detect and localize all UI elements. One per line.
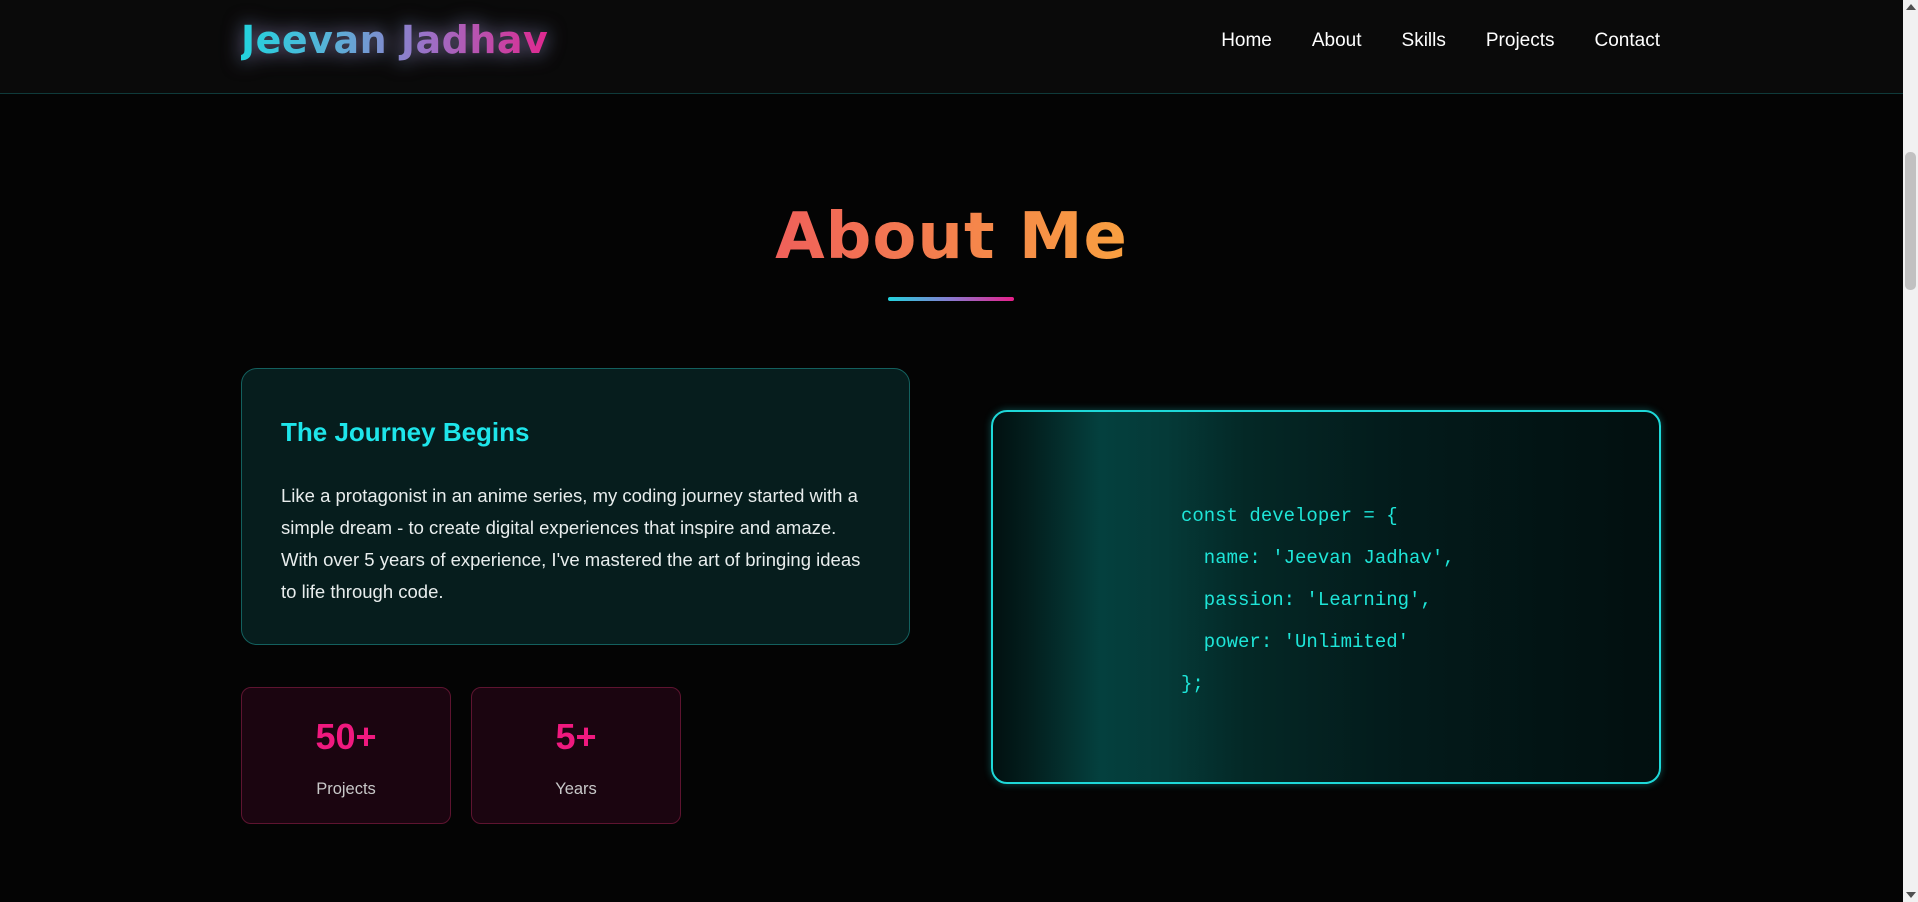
stat-label: Years bbox=[555, 780, 597, 798]
journey-text: Like a protagonist in an anime series, m… bbox=[281, 485, 861, 602]
scrollbar-thumb[interactable] bbox=[1905, 152, 1916, 290]
code-line: name: 'Jeevan Jadhav', bbox=[1181, 547, 1455, 569]
stat-label: Projects bbox=[316, 780, 376, 798]
stat-value: 50+ bbox=[315, 716, 377, 757]
nav-link-skills[interactable]: Skills bbox=[1402, 30, 1446, 52]
section-title: About Me bbox=[775, 200, 1128, 274]
scrollbar[interactable] bbox=[1903, 0, 1918, 902]
code-line: }; bbox=[1181, 673, 1204, 695]
brand-logo[interactable]: Jeevan Jadhav bbox=[241, 18, 548, 62]
code-block: const developer = { name: 'Jeevan Jadhav… bbox=[1181, 495, 1455, 705]
code-line: passion: 'Learning', bbox=[1181, 589, 1432, 611]
nav-link-projects[interactable]: Projects bbox=[1486, 30, 1555, 52]
code-line: power: 'Unlimited' bbox=[1181, 631, 1410, 653]
scroll-down-arrow-icon[interactable] bbox=[1906, 892, 1916, 898]
title-underline bbox=[888, 297, 1014, 301]
nav-link-home[interactable]: Home bbox=[1221, 30, 1272, 52]
stat-card-projects: 50+ Projects bbox=[241, 687, 451, 824]
journey-title: The Journey Begins bbox=[281, 417, 530, 447]
code-line: const developer = { bbox=[1181, 505, 1398, 527]
stat-card-years: 5+ Years bbox=[471, 687, 681, 824]
journey-card: The Journey Begins Like a protagonist in… bbox=[241, 368, 910, 645]
stat-value: 5+ bbox=[555, 716, 597, 757]
code-card: const developer = { name: 'Jeevan Jadhav… bbox=[991, 410, 1661, 784]
page: Jeevan Jadhav Home About Skills Projects… bbox=[0, 0, 1918, 902]
section-title-wrap: About Me bbox=[0, 200, 1903, 274]
nav-link-about[interactable]: About bbox=[1312, 30, 1362, 52]
nav-links: Home About Skills Projects Contact bbox=[1221, 30, 1660, 52]
navbar: Jeevan Jadhav Home About Skills Projects… bbox=[0, 0, 1903, 94]
nav-link-contact[interactable]: Contact bbox=[1595, 30, 1660, 52]
scroll-up-arrow-icon[interactable] bbox=[1906, 4, 1916, 10]
